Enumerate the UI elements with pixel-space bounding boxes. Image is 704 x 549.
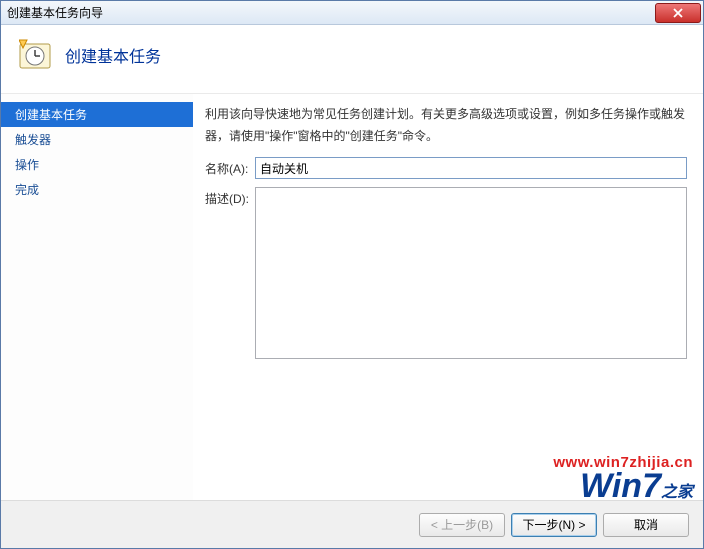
back-button: < 上一步(B) [419, 513, 505, 537]
step-action[interactable]: 操作 [1, 152, 193, 177]
description-textarea[interactable] [255, 187, 687, 359]
step-label: 触发器 [15, 133, 51, 147]
step-label: 操作 [15, 158, 39, 172]
close-icon [673, 8, 683, 18]
wizard-heading: 创建基本任务 [65, 43, 161, 67]
name-label: 名称(A): [205, 157, 255, 177]
step-finish[interactable]: 完成 [1, 177, 193, 202]
wizard-content: 利用该向导快速地为常见任务创建计划。有关更多高级选项或设置，例如多任务操作或触发… [193, 94, 703, 500]
step-trigger[interactable]: 触发器 [1, 127, 193, 152]
next-button[interactable]: 下一步(N) > [511, 513, 597, 537]
description-label: 描述(D): [205, 187, 255, 207]
name-row: 名称(A): [205, 157, 687, 179]
cancel-button[interactable]: 取消 [603, 513, 689, 537]
wizard-footer: < 上一步(B) 下一步(N) > 取消 [1, 500, 703, 548]
close-button[interactable] [655, 3, 701, 23]
wizard-sidebar: 创建基本任务 触发器 操作 完成 [1, 94, 193, 500]
task-scheduler-icon [19, 39, 51, 71]
description-row: 描述(D): [205, 187, 687, 359]
name-input[interactable] [255, 157, 687, 179]
step-label: 完成 [15, 183, 39, 197]
title-bar: 创建基本任务向导 [1, 1, 703, 25]
wizard-body: 创建基本任务 触发器 操作 完成 利用该向导快速地为常见任务创建计划。有关更多高… [1, 94, 703, 500]
intro-text: 利用该向导快速地为常见任务创建计划。有关更多高级选项或设置，例如多任务操作或触发… [205, 104, 687, 147]
step-label: 创建基本任务 [15, 108, 87, 122]
step-create-basic-task[interactable]: 创建基本任务 [1, 102, 193, 127]
wizard-header: 创建基本任务 [1, 25, 703, 94]
wizard-window: 创建基本任务向导 创建基本任务 创建基本任务 触发器 操作 完成 利用该向导快速… [0, 0, 704, 549]
window-title: 创建基本任务向导 [7, 4, 655, 21]
